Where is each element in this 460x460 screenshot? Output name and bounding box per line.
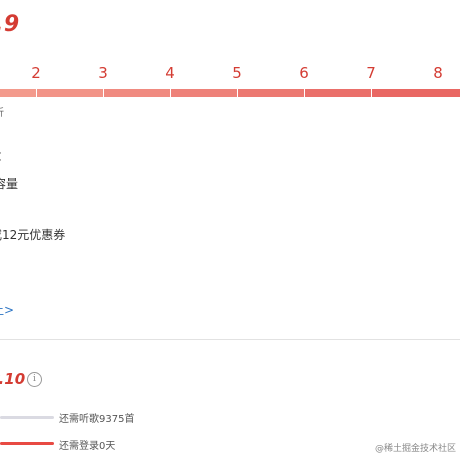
level-scale: 2 3 4 5 6 7 8 (0, 64, 460, 86)
level-label: 2 (31, 64, 41, 82)
level-label: 6 (299, 64, 309, 82)
level-label: 8 (433, 64, 443, 82)
watermark: @稀土掘金技术社区 (374, 444, 456, 454)
chevron-right-icon: > (4, 303, 15, 317)
privileges-link[interactable]: 让> (0, 301, 14, 318)
requirement-text: 还需听歌9375首 (59, 414, 135, 425)
level-segment (171, 89, 238, 97)
level-segment (104, 89, 171, 97)
level-segment (305, 89, 372, 97)
level-progress-bar (0, 89, 460, 97)
bar-note: 折 (0, 104, 4, 119)
privilege-item: 或12元优惠券 (0, 228, 66, 242)
level-segment (372, 89, 460, 97)
level-label: 5 (232, 64, 242, 82)
requirement-progress-bar (0, 416, 54, 419)
privileges-title: ： (0, 146, 10, 166)
privilege-item: 容量 (0, 177, 19, 191)
requirement-text: 还需登录0天 (59, 441, 116, 452)
level-segment (238, 89, 305, 97)
current-level: v.9 (0, 12, 20, 37)
level-segment (0, 89, 37, 97)
requirement-progress-bar (0, 442, 54, 445)
level-segment (37, 89, 104, 97)
level-label: 4 (165, 64, 175, 82)
next-level: v.10 (0, 370, 26, 388)
info-icon[interactable]: i (27, 372, 42, 387)
level-label: 3 (98, 64, 108, 82)
divider (0, 339, 460, 340)
level-label: 7 (366, 64, 376, 82)
